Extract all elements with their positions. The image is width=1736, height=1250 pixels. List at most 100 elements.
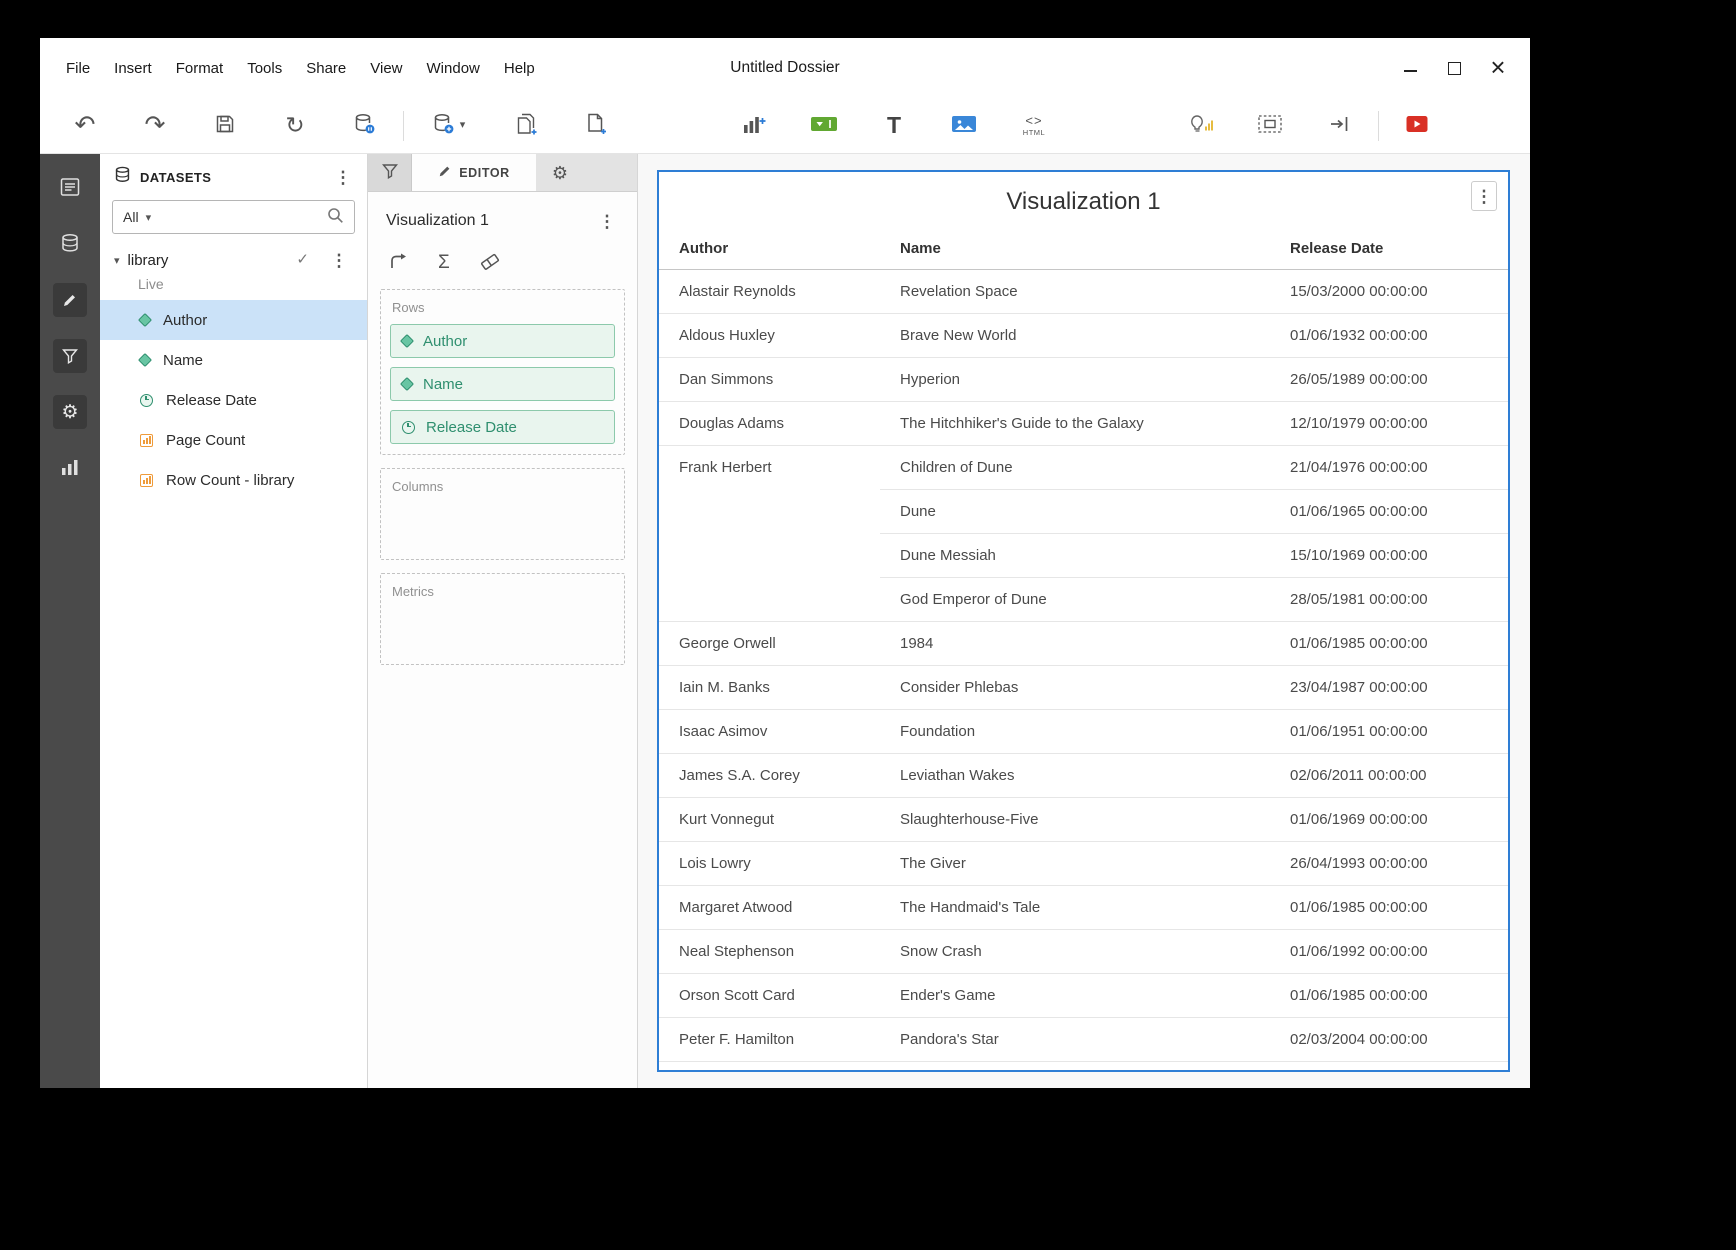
- tab-filter[interactable]: [368, 154, 412, 191]
- insert-page-button[interactable]: [561, 103, 631, 149]
- metrics-drop-zone[interactable]: Metrics: [380, 573, 625, 665]
- tab-properties[interactable]: [536, 154, 584, 191]
- table-row[interactable]: Alastair ReynoldsRevelation Space15/03/2…: [659, 270, 1508, 314]
- menu-insert[interactable]: Insert: [102, 38, 164, 98]
- table-row[interactable]: Orson Scott CardEnder's Game01/06/1985 0…: [659, 974, 1508, 1018]
- table-row[interactable]: Lois LowryThe Giver26/04/1993 00:00:00: [659, 842, 1508, 886]
- insert-page-icon: [584, 112, 608, 139]
- table-row[interactable]: Iain M. BanksConsider Phlebas23/04/1987 …: [659, 666, 1508, 710]
- table-row[interactable]: Kurt VonnegutSlaughterhouse-Five01/06/19…: [659, 798, 1508, 842]
- rows-chip-author[interactable]: Author: [390, 324, 615, 358]
- format-panel-button[interactable]: [47, 274, 93, 326]
- table-row[interactable]: Peter F. HamiltonPandora's Star02/03/200…: [659, 1018, 1508, 1062]
- insert-filter-button[interactable]: [789, 103, 859, 149]
- dataset-menu-button[interactable]: [327, 247, 351, 273]
- editor-viz-menu-button[interactable]: [595, 208, 619, 234]
- table-row[interactable]: Douglas AdamsThe Hitchhiker's Guide to t…: [659, 402, 1508, 446]
- dataset-field-name[interactable]: Name: [100, 340, 367, 380]
- refresh-icon: [285, 113, 304, 138]
- datasets-menu-button[interactable]: [331, 164, 355, 190]
- rows-chip-release-date[interactable]: Release Date: [390, 410, 615, 444]
- toolbar-separator: [1378, 111, 1379, 141]
- format-pencil-icon: [53, 283, 87, 317]
- column-header-author[interactable]: Author: [659, 228, 880, 270]
- insert-chapter-button[interactable]: [491, 103, 561, 149]
- insert-visualization-button[interactable]: [719, 103, 789, 149]
- rows-chip-name[interactable]: Name: [390, 367, 615, 401]
- datasets-panel: DATASETS All library Live AuthorNameRele…: [100, 154, 368, 1088]
- dataset-name: library: [128, 252, 169, 269]
- dataset-row-library[interactable]: library: [100, 244, 367, 276]
- table-row[interactable]: God Emperor of Dune28/05/1981 00:00:00: [659, 578, 1508, 622]
- toolbar-separator: [403, 111, 404, 141]
- table-cell: Snow Crash: [880, 930, 1270, 974]
- save-button[interactable]: [190, 103, 260, 149]
- column-header-release-date[interactable]: Release Date: [1270, 228, 1508, 270]
- datasets-filter-dropdown[interactable]: All: [123, 209, 139, 225]
- table-cell: God Emperor of Dune: [880, 578, 1270, 622]
- insert-image-button[interactable]: [929, 103, 999, 149]
- menu-share[interactable]: Share: [294, 38, 358, 98]
- menu-format[interactable]: Format: [164, 38, 236, 98]
- add-data-button[interactable]: [407, 103, 491, 149]
- dataset-field-page-count[interactable]: Page Count: [100, 420, 367, 460]
- collapse-panels-button[interactable]: [1305, 103, 1375, 149]
- visualizations-panel-button[interactable]: [47, 442, 93, 494]
- app-window: FileInsertFormatToolsShareViewWindowHelp…: [40, 38, 1530, 1088]
- table-cell: Dan Simmons: [659, 358, 880, 402]
- maximize-button[interactable]: [1438, 52, 1470, 84]
- visualization-container[interactable]: Visualization 1 AuthorNameRelease Date A…: [657, 170, 1510, 1072]
- columns-drop-zone[interactable]: Columns: [380, 468, 625, 560]
- settings-panel-button[interactable]: [47, 386, 93, 438]
- dataset-field-row-count-library[interactable]: Row Count - library: [100, 460, 367, 500]
- menu-tools[interactable]: Tools: [235, 38, 294, 98]
- dataset-field-release-date[interactable]: Release Date: [100, 380, 367, 420]
- rows-drop-zone[interactable]: Rows AuthorNameRelease Date: [380, 289, 625, 455]
- menu-window[interactable]: Window: [415, 38, 492, 98]
- visualization-menu-button[interactable]: [1471, 181, 1497, 211]
- minimize-button[interactable]: [1394, 52, 1426, 84]
- filter-panel-button[interactable]: [47, 330, 93, 382]
- layout-button[interactable]: [1235, 103, 1305, 149]
- columns-zone-label: Columns: [392, 479, 613, 494]
- dataset-expand-icon[interactable]: [114, 251, 120, 269]
- table-row[interactable]: Neal StephensonSnow Crash01/06/1992 00:0…: [659, 930, 1508, 974]
- table-cell: 23/04/1987 00:00:00: [1270, 666, 1508, 710]
- table-row[interactable]: James S.A. CoreyLeviathan Wakes02/06/201…: [659, 754, 1508, 798]
- search-icon[interactable]: [326, 206, 344, 229]
- undo-button[interactable]: [50, 103, 120, 149]
- insights-button[interactable]: [1165, 103, 1235, 149]
- menu-file[interactable]: File: [54, 38, 102, 98]
- swap-axes-button[interactable]: [388, 252, 408, 273]
- menu-view[interactable]: View: [358, 38, 414, 98]
- dataset-field-author[interactable]: Author: [100, 300, 367, 340]
- datasets-search-box[interactable]: All: [112, 200, 355, 234]
- viz-table-body: Alastair ReynoldsRevelation Space15/03/2…: [659, 270, 1508, 1062]
- table-row[interactable]: Frank HerbertChildren of Dune21/04/1976 …: [659, 446, 1508, 490]
- table-row[interactable]: Dune Messiah15/10/1969 00:00:00: [659, 534, 1508, 578]
- tab-editor[interactable]: EDITOR: [412, 154, 536, 191]
- dataset-status-icon: [354, 113, 376, 138]
- table-row[interactable]: Isaac AsimovFoundation01/06/1951 00:00:0…: [659, 710, 1508, 754]
- totals-button[interactable]: [438, 253, 450, 272]
- manage-datasets-button[interactable]: [330, 103, 400, 149]
- editor-panel-body: Visualization 1 Rows AuthorNameRelease D…: [368, 192, 637, 1088]
- column-header-name[interactable]: Name: [880, 228, 1270, 270]
- present-button[interactable]: [1382, 103, 1452, 149]
- table-row[interactable]: Margaret AtwoodThe Handmaid's Tale01/06/…: [659, 886, 1508, 930]
- attribute-icon: [138, 313, 152, 327]
- table-row[interactable]: Dan SimmonsHyperion26/05/1989 00:00:00: [659, 358, 1508, 402]
- close-button[interactable]: [1482, 52, 1514, 84]
- table-row[interactable]: George Orwell198401/06/1985 00:00:00: [659, 622, 1508, 666]
- table-row[interactable]: Aldous HuxleyBrave New World01/06/1932 0…: [659, 314, 1508, 358]
- insert-text-button[interactable]: T: [859, 103, 929, 149]
- datasets-panel-button[interactable]: [47, 218, 93, 270]
- contents-panel-button[interactable]: [47, 162, 93, 214]
- table-row[interactable]: Dune01/06/1965 00:00:00: [659, 490, 1508, 534]
- redo-button[interactable]: [120, 103, 190, 149]
- datasets-icon: [114, 166, 131, 188]
- insert-html-button[interactable]: <> HTML: [999, 103, 1069, 149]
- menu-help[interactable]: Help: [492, 38, 547, 98]
- refresh-button[interactable]: [260, 103, 330, 149]
- clear-button[interactable]: [480, 253, 500, 273]
